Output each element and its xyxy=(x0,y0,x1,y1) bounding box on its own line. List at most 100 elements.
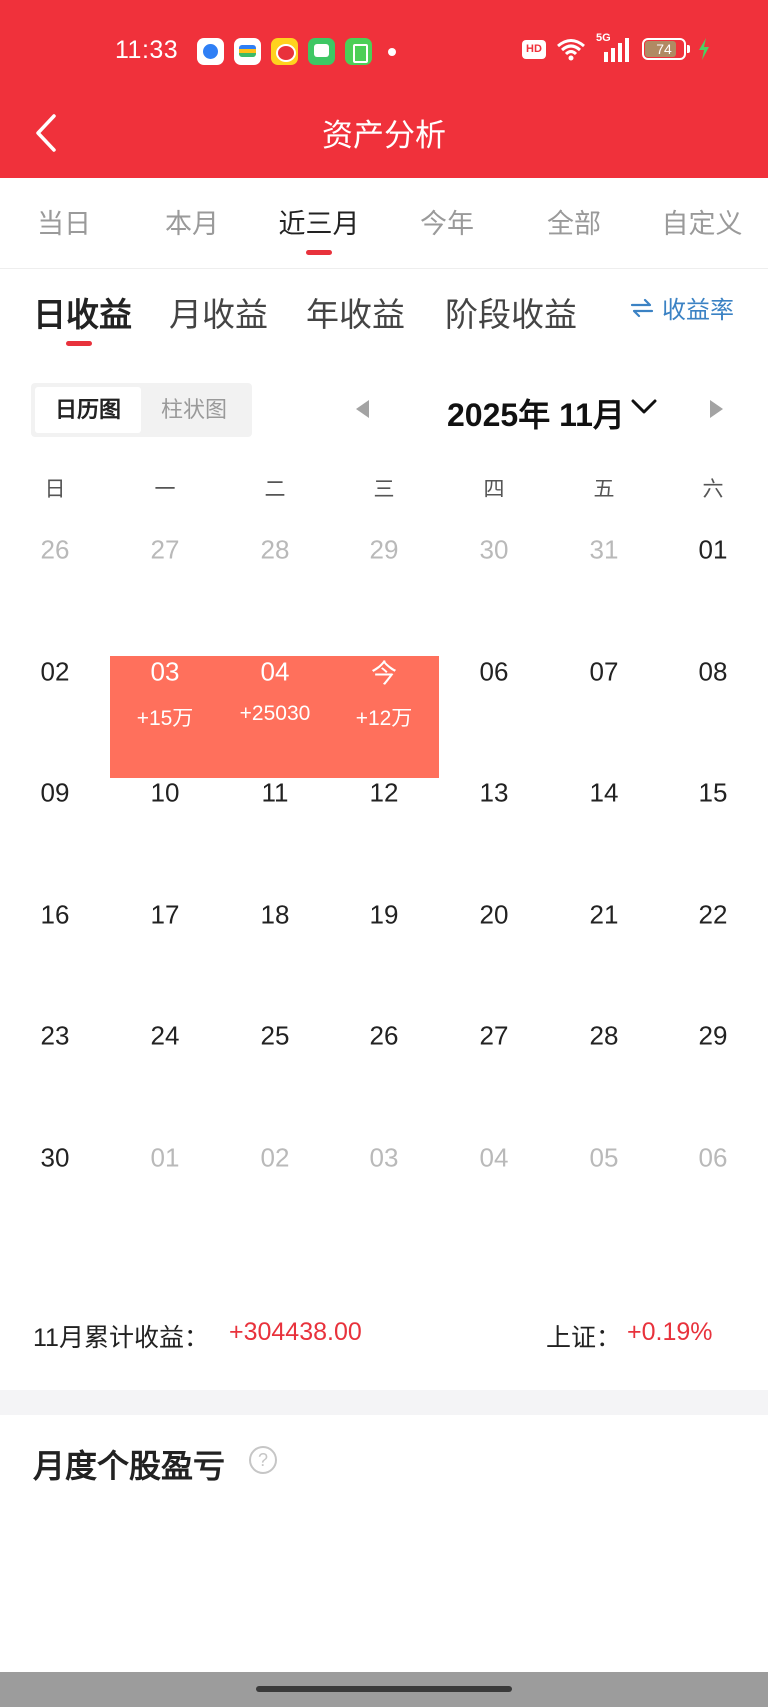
calendar-day-number: 14 xyxy=(589,777,619,808)
return-rate-label: 收益率 xyxy=(662,297,734,324)
shop-app-icon xyxy=(345,38,372,65)
calendar-day-number: 29 xyxy=(369,534,399,565)
calendar-day-number: 03 xyxy=(369,1142,399,1173)
calendar-day-number: 01 xyxy=(150,1142,180,1173)
message-app-icon xyxy=(308,38,335,65)
calendar-day-number: 28 xyxy=(260,534,290,565)
calendar-day-cell[interactable]: 11 xyxy=(220,751,330,872)
tab-period-earnings[interactable]: 阶段收益 xyxy=(445,288,577,336)
help-icon[interactable]: ? xyxy=(249,1446,277,1474)
weekday-sat: 六 xyxy=(702,478,724,501)
calendar-day-number: 11 xyxy=(261,777,289,808)
calendar-day-cell[interactable]: 06 xyxy=(658,1116,768,1237)
calendar-day-cell[interactable]: 29 xyxy=(329,508,439,629)
calendar-day-cell[interactable]: 30 xyxy=(0,1116,110,1237)
calendar-day-number: 24 xyxy=(150,1020,180,1051)
weibo-app-icon xyxy=(271,38,298,65)
calendar-day-number: 01 xyxy=(698,534,728,565)
calendar-day-cell[interactable]: 05 xyxy=(549,1116,659,1237)
calendar-day-cell[interactable]: 01 xyxy=(110,1116,220,1237)
calendar-day-cell[interactable]: 今 +12万 xyxy=(329,630,439,751)
calendar-day-cell[interactable]: 28 xyxy=(549,994,659,1115)
calendar-day-cell[interactable]: 27 xyxy=(110,508,220,629)
period-tabs: 当日 本月 近三月 今年 全部 自定义 xyxy=(0,178,768,269)
chevron-down-icon[interactable] xyxy=(630,396,658,418)
calendar-day-cell[interactable]: 29 xyxy=(658,994,768,1115)
calendar-day-cell[interactable]: 25 xyxy=(220,994,330,1115)
calendar-day-cell[interactable]: 22 xyxy=(658,873,768,994)
calendar-day-cell[interactable]: 12 xyxy=(329,751,439,872)
calendar-day-cell[interactable]: 18 xyxy=(220,873,330,994)
calendar-day-number: 25 xyxy=(260,1020,290,1051)
index-value: +0.19% xyxy=(627,1318,713,1346)
calendar-day-number: 26 xyxy=(369,1020,399,1051)
calendar-day-number: 04 xyxy=(260,656,290,687)
status-system-icons: HD 5G 74 xyxy=(522,32,710,62)
tab-today[interactable]: 当日 xyxy=(0,202,128,241)
calendar-day-cell[interactable]: 23 xyxy=(0,994,110,1115)
earning-tab-indicator xyxy=(66,341,92,346)
calendar-day-cell[interactable]: 07 xyxy=(549,630,659,751)
calendar-day-cell[interactable]: 21 xyxy=(549,873,659,994)
tab-daily-earnings[interactable]: 日收益 xyxy=(33,288,132,336)
calendar-day-cell[interactable]: 24 xyxy=(110,994,220,1115)
calendar-day-cell[interactable]: 20 xyxy=(439,873,549,994)
calendar-day-number: 09 xyxy=(40,777,70,808)
calendar-day-cell[interactable]: 06 xyxy=(439,630,549,751)
calendar-day-cell[interactable]: 08 xyxy=(658,630,768,751)
calendar-day-number: 02 xyxy=(40,656,70,687)
calendar-day-cell[interactable]: 28 xyxy=(220,508,330,629)
calendar-day-number: 29 xyxy=(698,1020,728,1051)
more-notifications-icon xyxy=(388,47,396,56)
tab-monthly-earnings[interactable]: 月收益 xyxy=(169,288,268,336)
weekday-mon: 一 xyxy=(154,478,176,501)
calendar-day-cell[interactable]: 14 xyxy=(549,751,659,872)
calendar-day-cell[interactable]: 13 xyxy=(439,751,549,872)
tab-this-month[interactable]: 本月 xyxy=(128,202,256,241)
section-title: 月度个股盈亏 xyxy=(33,1448,226,1484)
calendar-day-number: 22 xyxy=(698,899,728,930)
return-rate-toggle[interactable]: 收益率 xyxy=(630,290,734,325)
calendar-day-number: 19 xyxy=(369,899,399,930)
calendar-day-cell[interactable]: 15 xyxy=(658,751,768,872)
tab-all[interactable]: 全部 xyxy=(510,202,638,241)
calendar-day-cell[interactable]: 03 xyxy=(329,1116,439,1237)
tab-yearly-earnings[interactable]: 年收益 xyxy=(306,288,405,336)
calendar-day-cell[interactable]: 19 xyxy=(329,873,439,994)
weekday-wed: 三 xyxy=(373,478,395,501)
cumulative-earnings-value: +304438.00 xyxy=(229,1318,362,1346)
home-indicator[interactable] xyxy=(256,1686,512,1692)
section-divider xyxy=(0,1390,768,1415)
weekday-tue: 二 xyxy=(264,478,286,501)
calendar-day-cell[interactable]: 03 +15万 xyxy=(110,630,220,751)
calendar-day-cell[interactable]: 27 xyxy=(439,994,549,1115)
period-tab-indicator xyxy=(306,250,332,255)
previous-month-icon[interactable] xyxy=(356,400,369,418)
calendar-day-cell[interactable]: 09 xyxy=(0,751,110,872)
tab-last-three-months[interactable]: 近三月 xyxy=(255,202,383,241)
battery-level: 74 xyxy=(656,41,672,57)
hd-badge: HD xyxy=(522,39,546,59)
bar-chart-view-button[interactable]: 柱状图 xyxy=(141,387,247,433)
calendar-view-button[interactable]: 日历图 xyxy=(35,387,141,433)
calendar-day-number: 13 xyxy=(479,777,509,808)
system-nav-bar xyxy=(0,1672,768,1707)
month-selector[interactable]: 2025年 11月 xyxy=(447,390,625,436)
calendar-day-cell[interactable]: 16 xyxy=(0,873,110,994)
calendar-day-cell[interactable]: 31 xyxy=(549,508,659,629)
calendar-day-cell[interactable]: 01 xyxy=(658,508,768,629)
calendar-day-cell[interactable]: 04 xyxy=(439,1116,549,1237)
calendar-day-cell[interactable]: 10 xyxy=(110,751,220,872)
calendar-day-cell[interactable]: 17 xyxy=(110,873,220,994)
next-month-icon[interactable] xyxy=(710,400,723,418)
calendar-day-number: 18 xyxy=(260,899,290,930)
calendar-day-cell[interactable]: 02 xyxy=(220,1116,330,1237)
tab-this-year[interactable]: 今年 xyxy=(383,202,511,241)
calendar-day-cell[interactable]: 30 xyxy=(439,508,549,629)
tab-custom[interactable]: 自定义 xyxy=(638,202,766,241)
calendar-day-cell[interactable]: 26 xyxy=(329,994,439,1115)
calendar-day-cell[interactable]: 26 xyxy=(0,508,110,629)
calendar-day-cell[interactable]: 04 +25030 xyxy=(220,630,330,751)
calendar-day-cell[interactable]: 02 xyxy=(0,630,110,751)
calendar-day-number: 30 xyxy=(479,534,509,565)
